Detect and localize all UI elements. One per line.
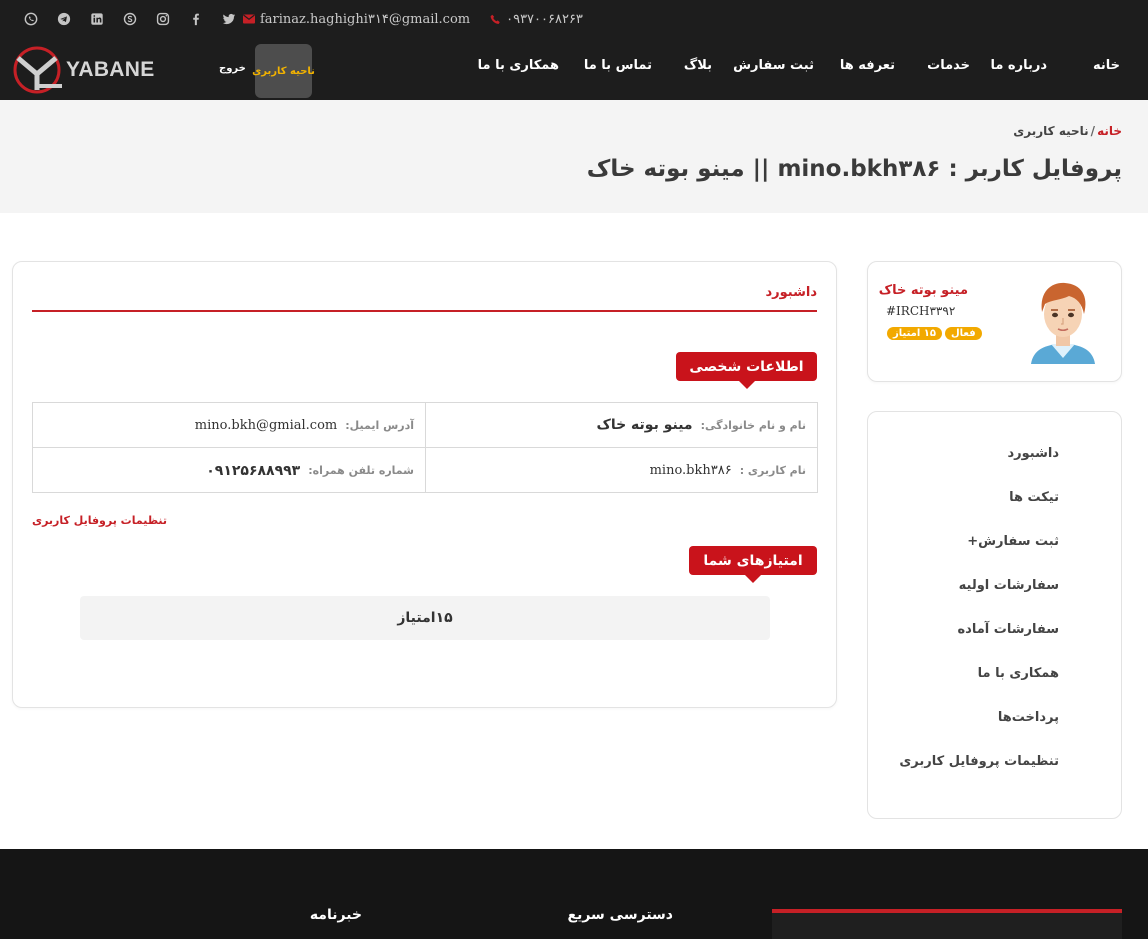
points-badge: ۱۵ امتیاز xyxy=(887,327,942,340)
profile-badges: ۱۵ امتیاز فعال xyxy=(887,327,982,340)
fullname-value: مینو بوته خاک xyxy=(596,417,693,433)
whatsapp-icon[interactable] xyxy=(24,12,38,26)
nav-contact[interactable]: تماس با ما xyxy=(584,58,652,73)
email-text: farinaz.haghighi۳۱۴@gmail.com xyxy=(260,11,471,27)
sidebar-item-profile-settings[interactable]: تنظیمات پروفایل کاربری xyxy=(899,754,1059,769)
site-logo[interactable]: YABANE xyxy=(12,44,155,96)
sidebar-item-new-order[interactable]: ثبت سفارش+ xyxy=(967,534,1059,549)
profile-name: مینو بوته خاک xyxy=(878,283,968,298)
email-value: mino.bkh@gmial.com xyxy=(194,417,338,433)
username-value: mino.bkh۳۸۶ xyxy=(649,463,732,478)
skype-icon[interactable] xyxy=(123,12,137,26)
instagram-icon[interactable] xyxy=(156,12,170,26)
page-title: پروفایل کاربر : mino.bkh۳۸۶ || مینو بوته… xyxy=(586,156,1122,182)
sidebar-item-cooperation[interactable]: همکاری با ما xyxy=(978,666,1059,681)
personal-info-heading: اطلاعات شخصی xyxy=(676,352,817,389)
footer-quick-access-heading: دسترسی سریع xyxy=(567,907,673,923)
footer-newsletter-heading: خبرنامه xyxy=(309,907,362,923)
site-footer: دسترسی سریع خبرنامه xyxy=(0,849,1148,939)
phone-cell: شماره تلفن همراه: ۰۹۱۲۵۶۸۸۹۹۳ xyxy=(33,448,425,493)
dashboard-title: داشبورد xyxy=(765,285,817,300)
personal-info-table: نام و نام خانوادگی: مینو بوته خاک آدرس ا… xyxy=(32,402,818,493)
nav-home[interactable]: خانه xyxy=(1093,58,1120,73)
dashboard-divider xyxy=(32,310,817,312)
username-label: نام کاربری : xyxy=(739,464,806,477)
phone-icon xyxy=(490,14,501,25)
email-cell: آدرس ایمیل: mino.bkh@gmial.com xyxy=(33,403,425,448)
contact-bar: farinaz.haghighi۳۱۴@gmail.com ۰۹۳۷۰۰۶۸۲۶… xyxy=(24,8,583,30)
facebook-icon[interactable] xyxy=(189,12,203,26)
status-badge: فعال xyxy=(945,327,982,340)
dashboard-panel: داشبورد اطلاعات شخصی نام و نام خانوادگی:… xyxy=(12,261,837,708)
phone-text: ۰۹۳۷۰۰۶۸۲۶۳ xyxy=(506,11,583,27)
phone-value: ۰۹۱۲۵۶۸۸۹۹۳ xyxy=(206,462,301,479)
logo-text: YABANE xyxy=(66,58,155,81)
yabane-logo-icon xyxy=(13,46,62,94)
nav-pricing[interactable]: تعرفه ها xyxy=(840,58,895,73)
email-label: آدرس ایمیل: xyxy=(345,418,414,432)
sidebar-item-initial-orders[interactable]: سفارشات اولیه xyxy=(959,578,1059,593)
linkedin-icon[interactable] xyxy=(90,12,104,26)
page-header-band: خانه / ناحیه کاربری پروفایل کاربر : mino… xyxy=(0,100,1148,213)
phone-label: شماره تلفن همراه: xyxy=(308,464,414,477)
footer-feature-box xyxy=(772,909,1122,939)
sidebar-item-dashboard[interactable]: داشبورد xyxy=(1007,446,1059,461)
username-cell: نام کاربری : mino.bkh۳۸۶ xyxy=(425,448,817,493)
breadcrumb-current: ناحیه کاربری xyxy=(1013,124,1089,138)
fullname-label: نام و نام خانوادگی: xyxy=(700,418,806,432)
nav-blog[interactable]: بلاگ xyxy=(684,58,712,73)
avatar xyxy=(1031,282,1095,364)
breadcrumb-home[interactable]: خانه xyxy=(1097,124,1122,138)
phone-contact[interactable]: ۰۹۳۷۰۰۶۸۲۶۳ xyxy=(490,12,583,27)
twitter-icon[interactable] xyxy=(222,12,236,26)
sidebar-menu: داشبورد تیکت ها ثبت سفارش+ سفارشات اولیه… xyxy=(867,411,1122,819)
points-value-box: ۱۵امتیاز xyxy=(80,596,770,640)
profile-settings-link[interactable]: تنظیمات پروفایل کاربری xyxy=(32,514,167,527)
user-area-button[interactable]: ناحیه کاربری xyxy=(252,44,315,98)
sidebar-item-ready-orders[interactable]: سفارشات آماده xyxy=(958,622,1060,637)
points-heading: امتیازهای شما xyxy=(689,546,817,583)
profile-code: #IRCH۳۳۹۲ xyxy=(886,304,956,318)
breadcrumb: خانه / ناحیه کاربری xyxy=(1013,124,1122,138)
sidebar-item-tickets[interactable]: تیکت ها xyxy=(1009,490,1059,505)
nav-about[interactable]: درباره ما xyxy=(990,58,1047,73)
profile-card: مینو بوته خاک #IRCH۳۳۹۲ ۱۵ امتیاز فعال xyxy=(867,261,1122,382)
logout-link[interactable]: خروج xyxy=(219,63,246,74)
email-contact[interactable]: farinaz.haghighi۳۱۴@gmail.com xyxy=(243,12,470,27)
nav-cooperation[interactable]: همکاری با ما xyxy=(478,58,559,73)
telegram-icon[interactable] xyxy=(57,12,71,26)
nav-order[interactable]: ثبت سفارش xyxy=(733,58,814,73)
sidebar-item-payments[interactable]: پرداخت‌ها xyxy=(998,710,1059,725)
nav-services[interactable]: خدمات xyxy=(927,58,970,73)
envelope-icon xyxy=(243,14,255,24)
breadcrumb-separator: / xyxy=(1090,124,1096,138)
top-header: farinaz.haghighi۳۱۴@gmail.com ۰۹۳۷۰۰۶۸۲۶… xyxy=(0,0,1148,100)
fullname-cell: نام و نام خانوادگی: مینو بوته خاک xyxy=(425,403,817,448)
